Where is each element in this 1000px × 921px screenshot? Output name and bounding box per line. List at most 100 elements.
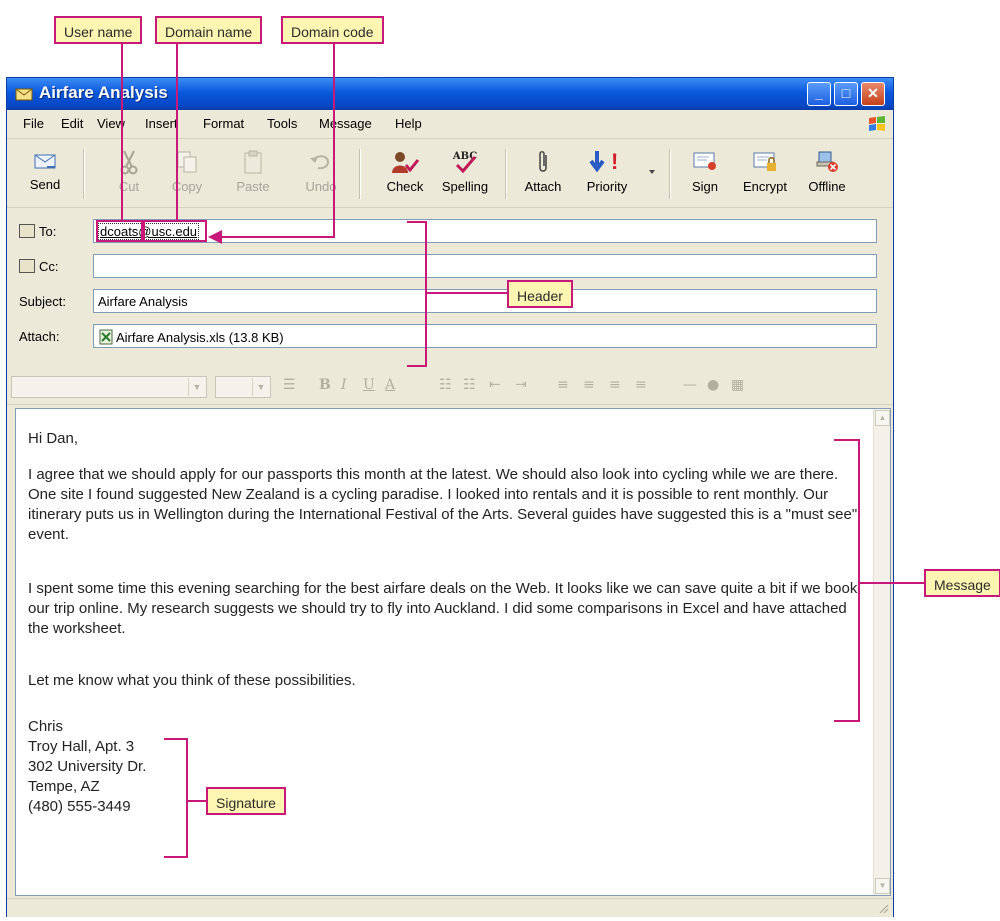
domain-code-arrowhead [208,230,222,244]
header-bracket-top [407,221,427,223]
attach-button[interactable]: Attach [513,145,573,203]
bulleted-list-icon[interactable]: ☷ [463,377,476,393]
greeting-text: Hi Dan, [28,430,79,447]
signature-phone: (480) 555-3449 [28,798,131,815]
domain-name-leader [176,44,178,221]
increase-indent-icon[interactable]: ⇥ [515,377,527,393]
scroll-down-arrow[interactable]: ▼ [875,878,890,894]
align-right-icon[interactable]: ≡ [609,377,621,393]
lock-icon [753,152,776,171]
font-size-select[interactable]: ▼ [215,376,271,398]
insert-picture-icon[interactable]: ▦ [731,377,744,393]
menu-help[interactable]: Help [395,116,422,131]
menu-file[interactable]: File [23,116,44,131]
offline-button[interactable]: Offline [797,145,857,203]
address-book-icon[interactable] [19,224,35,238]
resize-grip-icon[interactable] [877,902,889,914]
scroll-up-arrow[interactable]: ▲ [875,410,890,426]
to-label: To: [39,224,57,239]
sign-label: Sign [691,179,719,194]
message-body[interactable]: Hi Dan, I agree that we should apply for… [15,408,891,896]
close-button[interactable]: ✕ [861,82,885,106]
attachment-filename[interactable]: Airfare Analysis.xls (13.8 KB) [116,330,284,345]
message-bracket-bottom [834,720,860,722]
numbered-list-icon[interactable]: ☷ [439,377,452,393]
paragraph-2: I spent some time this evening searching… [28,580,858,637]
priority-button[interactable]: ! Priority [577,145,637,203]
windows-flag-icon [869,116,885,131]
message-bracket-spine [858,439,860,722]
header-bracket-leader [427,292,507,294]
signature-name: Chris [28,718,64,735]
spelling-button[interactable]: ABC Spelling [435,145,495,203]
minimize-button[interactable]: _ [807,82,831,106]
paragraph-style-icon[interactable]: ☰ [283,377,296,393]
send-button[interactable]: Send [15,145,75,203]
font-name-select[interactable]: ▼ [11,376,207,398]
encrypt-button[interactable]: Encrypt [735,145,795,203]
signature-address-2: 302 University Dr. [28,758,147,775]
signature-city: Tempe, AZ [28,778,100,795]
menu-message[interactable]: Message [319,116,372,131]
horizontal-line-icon[interactable]: — [683,377,697,393]
subject-label: Subject: [19,294,66,309]
paste-button[interactable]: Paste [223,145,283,203]
justify-icon[interactable]: ≡ [635,377,647,393]
closing-text: Let me know what you think of these poss… [28,672,356,689]
chevron-down-icon[interactable] [647,167,657,177]
domain-code-leader [333,44,335,237]
copy-button[interactable]: Copy [157,145,217,203]
menu-insert[interactable]: Insert [145,116,178,131]
envelope-icon [15,88,33,101]
vertical-scrollbar[interactable]: ▲ ▼ [873,409,890,895]
signature-address-1: Troy Hall, Apt. 3 [28,738,135,755]
certificate-icon [693,152,716,170]
check-names-button[interactable]: Check [375,145,435,203]
title-bar[interactable]: Airfare Analysis _ □ ✕ [7,78,893,110]
window-title: Airfare Analysis [39,83,168,102]
domain-code-arrow-line [222,236,335,238]
menu-edit[interactable]: Edit [61,116,83,131]
maximize-button[interactable]: □ [834,82,858,106]
message-bracket-top [834,439,860,441]
paperclip-icon [539,150,547,172]
chevron-down-icon: ▼ [188,378,205,396]
font-color-button[interactable]: A [385,377,395,393]
signature-bracket-spine [186,738,188,858]
cc-field[interactable] [93,254,877,278]
menu-bar: File Edit View Insert Format Tools Messa… [7,110,893,139]
undo-button[interactable]: Undo [291,145,351,203]
align-left-icon[interactable]: ≡ [557,377,569,393]
bold-button[interactable]: B [319,377,331,393]
toolbar-separator [83,149,85,199]
cut-label: Cut [118,179,140,194]
sign-button[interactable]: Sign [675,145,735,203]
align-center-icon[interactable]: ≡ [583,377,595,393]
underline-button[interactable]: U [363,377,375,393]
main-toolbar: Send Cut Copy Paste Undo Check ABC Spell… [7,139,893,208]
cc-label-row[interactable]: Cc: [19,259,59,274]
decrease-indent-icon[interactable]: ⇤ [489,377,501,393]
spelling-label: Spelling [441,179,489,194]
svg-text:!: ! [611,149,618,174]
email-window: Airfare Analysis _ □ ✕ File Edit View In… [6,77,894,917]
signature-bracket-top [164,738,188,740]
check-names-icon [392,152,420,173]
header-bracket-spine [425,221,427,367]
address-book-icon[interactable] [19,259,35,273]
callout-domain-name: Domain name [155,16,263,44]
to-label-row[interactable]: To: [19,224,56,239]
toolbar-separator [669,149,671,199]
offline-icon [816,151,838,172]
undo-label: Undo [305,179,337,194]
user-name-highlight [96,220,143,242]
hyperlink-icon[interactable]: ● [707,377,719,393]
cut-button[interactable]: Cut [99,145,159,203]
italic-button[interactable]: I [341,377,347,393]
menu-format[interactable]: Format [203,116,244,131]
menu-tools[interactable]: Tools [267,116,297,131]
callout-signature: Signature [206,787,286,815]
scissors-icon [120,150,138,175]
attachment-field[interactable]: Airfare Analysis.xls (13.8 KB) [93,324,877,348]
formatting-toolbar: ▼ ▼ ☰ B I U A ☷ ☷ ⇤ ⇥ ≡ ≡ ≡ ≡ — ● ▦ [7,368,893,405]
